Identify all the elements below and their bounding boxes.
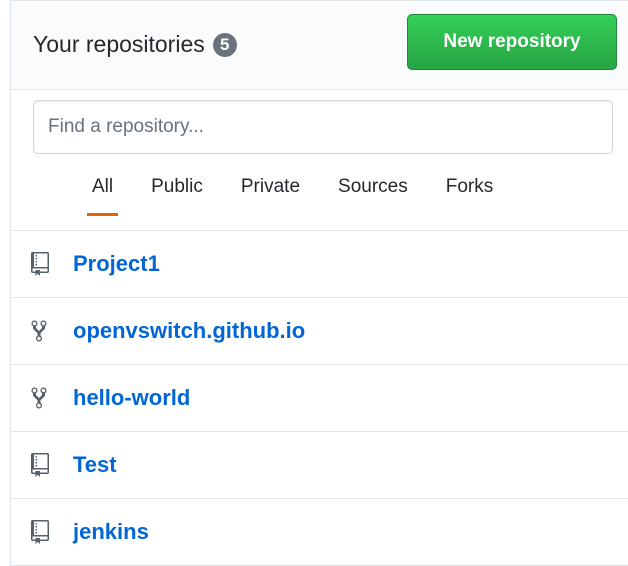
filter-tabs: All Public Private Sources Forks: [73, 170, 512, 216]
repository-item: Test: [11, 432, 628, 499]
tab-private[interactable]: Private: [222, 170, 319, 216]
tab-forks[interactable]: Forks: [427, 170, 513, 216]
repo-icon: [31, 251, 53, 277]
repository-item: openvswitch.github.io: [11, 298, 628, 365]
repository-count-badge: 5: [212, 32, 237, 57]
repo-icon: [31, 452, 53, 478]
repository-item: jenkins: [11, 499, 628, 566]
repository-link[interactable]: hello-world: [73, 385, 190, 411]
tab-public[interactable]: Public: [132, 170, 222, 216]
repository-list: Project1 openvswitch.github.io hello-wor…: [11, 231, 628, 566]
tab-sources[interactable]: Sources: [319, 170, 427, 216]
filter-area: All Public Private Sources Forks: [11, 90, 628, 231]
find-repository-input[interactable]: [33, 100, 613, 154]
repository-link[interactable]: openvswitch.github.io: [73, 318, 305, 344]
tab-all[interactable]: All: [73, 170, 132, 216]
repositories-panel: Your repositories 5 New repository All P…: [10, 0, 628, 566]
repository-link[interactable]: Test: [73, 452, 117, 478]
repository-item: hello-world: [11, 365, 628, 432]
repository-link[interactable]: jenkins: [73, 519, 149, 545]
repositories-title: Your repositories 5: [33, 31, 237, 58]
repositories-header: Your repositories 5 New repository: [11, 0, 628, 90]
new-repository-button[interactable]: New repository: [407, 14, 617, 70]
repo-forked-icon: [31, 318, 53, 344]
repository-item: Project1: [11, 231, 628, 298]
repo-icon: [31, 519, 53, 545]
repository-link[interactable]: Project1: [73, 251, 160, 277]
repositories-title-label: Your repositories: [33, 31, 205, 57]
repo-forked-icon: [31, 385, 53, 411]
